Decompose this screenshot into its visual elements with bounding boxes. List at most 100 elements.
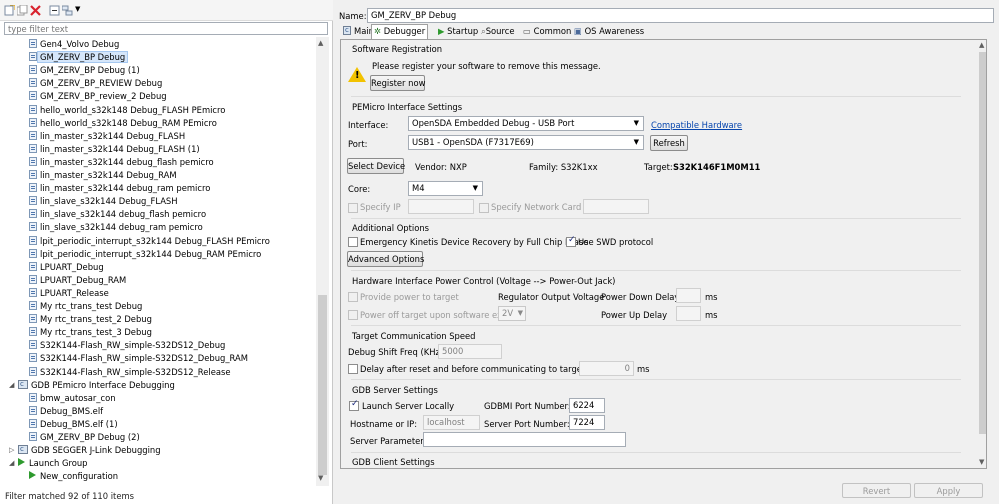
tree-item[interactable]: Debug_BMS.elf (1): [29, 418, 118, 431]
tree-item[interactable]: hello_world_s32k148 Debug_RAM PEmicro: [29, 117, 217, 130]
tab-debugger[interactable]: ✲ Debugger: [371, 24, 429, 40]
tree-item[interactable]: LPUART_Debug_RAM: [29, 274, 126, 287]
delay-after-reset-checkbox[interactable]: [348, 364, 358, 374]
tab-common[interactable]: ▭ Common: [521, 25, 573, 39]
tree-item[interactable]: GM_ZERV_BP_review_2 Debug: [29, 90, 167, 103]
scroll-up-icon[interactable]: ▲: [979, 41, 984, 49]
delete-icon[interactable]: [30, 5, 41, 16]
interface-select[interactable]: OpenSDA Embedded Debug - USB Port ▼: [408, 116, 644, 131]
common-icon: ▭: [523, 26, 531, 36]
debug-shift-freq-field[interactable]: 5000: [438, 344, 502, 359]
tree-item[interactable]: My rtc_trans_test_3 Debug: [29, 326, 152, 339]
tree-group-pemicro[interactable]: GDB PEmicro Interface Debugging: [18, 378, 175, 392]
tree-group-launch[interactable]: Launch Group: [18, 457, 88, 470]
tree-item-label: Debug_BMS.elf (1): [40, 418, 118, 429]
tree-item[interactable]: lin_master_s32k144 Debug_RAM: [29, 169, 177, 182]
register-now-button[interactable]: Register now: [370, 75, 425, 91]
specify-network-card-ip-checkbox[interactable]: [479, 203, 489, 213]
server-port-label: Server Port Number:: [484, 419, 570, 429]
scroll-down-icon[interactable]: ▼: [318, 474, 323, 482]
ip-field[interactable]: [408, 199, 474, 214]
power-off-checkbox[interactable]: [348, 310, 358, 320]
tree-item[interactable]: Debug_BMS.elf: [29, 405, 103, 418]
collapse-icon[interactable]: ◢: [9, 381, 17, 389]
tab-source[interactable]: ⌕Source: [479, 25, 516, 39]
tree-item[interactable]: bmw_autosar_con: [29, 392, 116, 405]
tree-item[interactable]: New_configuration: [29, 470, 118, 483]
tree-item-label: LPUART_Debug: [40, 261, 104, 272]
tree-item[interactable]: My rtc_trans_test_2 Debug: [29, 313, 152, 326]
duplicate-icon[interactable]: [17, 5, 28, 16]
tree-item[interactable]: LPUART_Debug: [29, 261, 104, 274]
tree-item[interactable]: lin_master_s32k144 debug_ram pemicro: [29, 182, 210, 195]
network-card-ip-field[interactable]: [583, 199, 649, 214]
collapse-all-icon[interactable]: [49, 5, 60, 16]
tree-item[interactable]: LPUART_Release: [29, 287, 109, 300]
revert-button[interactable]: Revert: [842, 483, 911, 498]
compatible-hardware-link[interactable]: Compatible Hardware: [651, 120, 742, 130]
filter-input[interactable]: [4, 22, 328, 35]
tree-item[interactable]: lin_slave_s32k144 debug_ram pemicro: [29, 221, 203, 234]
server-port-field[interactable]: 7224: [569, 415, 605, 430]
tree-item[interactable]: lin_slave_s32k144 Debug_FLASH: [29, 195, 178, 208]
registration-message: Please register your software to remove …: [372, 61, 601, 71]
config-icon: [29, 143, 37, 153]
settings-scrollbar[interactable]: ▲ ▼: [978, 40, 986, 468]
tree-item-label: S32K144-Flash_RW_simple-S32DS12_Debug: [40, 340, 226, 351]
tree-item[interactable]: S32K144-Flash_RW_simple-S32DS12_Debug: [29, 339, 225, 352]
tab-os-awareness[interactable]: ▣ OS Awareness: [572, 25, 646, 39]
voltage-select[interactable]: 2V ▼: [498, 306, 526, 321]
tree-item[interactable]: GM_ZERV_BP_REVIEW Debug: [29, 77, 162, 90]
emergency-recovery-checkbox[interactable]: [348, 237, 358, 247]
tree-item[interactable]: lin_master_s32k144 Debug_FLASH (1): [29, 143, 200, 156]
refresh-button[interactable]: Refresh: [650, 135, 688, 151]
port-select[interactable]: USB1 - OpenSDA (F7317E69) ▼: [408, 135, 644, 150]
tree-item[interactable]: lin_master_s32k144 Debug_FLASH: [29, 130, 185, 143]
tree-item[interactable]: S32K144-Flash_RW_simple-S32DS12_Debug_RA…: [29, 352, 248, 365]
tree-item[interactable]: GM_ZERV_BP Debug (2): [29, 431, 140, 444]
power-up-ms-label: ms: [705, 310, 718, 320]
provide-power-checkbox[interactable]: [348, 292, 358, 302]
tree-item[interactable]: lpit_periodic_interrupt_s32k144 Debug_RA…: [29, 248, 261, 261]
select-device-button[interactable]: Select Device: [347, 158, 405, 174]
hostname-field[interactable]: localhost: [423, 415, 480, 430]
delay-field[interactable]: 0: [579, 361, 634, 376]
launch-server-locally-checkbox[interactable]: [349, 399, 359, 411]
tree-scrollbar[interactable]: ▲ ▼: [316, 37, 329, 486]
name-field[interactable]: GM_ZERV_BP Debug: [367, 8, 994, 23]
collapse-icon[interactable]: ◢: [9, 459, 17, 467]
port-label: Port:: [348, 139, 368, 149]
tree-item[interactable]: hello_world_s32k148 Debug_FLASH PEmicro: [29, 104, 225, 117]
tree-item[interactable]: GM_ZERV_BP Debug (1): [29, 64, 140, 77]
power-down-delay-field[interactable]: [676, 288, 701, 303]
tree-item[interactable]: lin_slave_s32k144 debug_flash pemicro: [29, 208, 206, 221]
new-config-icon[interactable]: [4, 5, 15, 16]
tree-item[interactable]: My rtc_trans_test Debug: [29, 300, 142, 313]
tree-group-segger[interactable]: GDB SEGGER J-Link Debugging: [18, 443, 161, 457]
tree-item[interactable]: lin_master_s32k144 debug_flash pemicro: [29, 156, 214, 169]
expand-icon[interactable]: ▷: [9, 446, 17, 454]
tree-item[interactable]: lpit_periodic_interrupt_s32k144 Debug_FL…: [29, 235, 270, 248]
scroll-down-icon[interactable]: ▼: [979, 458, 984, 466]
gdbmi-port-field[interactable]: 6224: [569, 398, 605, 413]
specify-ip-checkbox[interactable]: [348, 203, 358, 213]
server-parameters-field[interactable]: [423, 432, 626, 447]
regulator-output-voltage-label: Regulator Output Voltage: [498, 292, 605, 302]
apply-button[interactable]: Apply: [914, 483, 983, 498]
tree-item[interactable]: GM_ZERV_BP Debug: [29, 51, 129, 64]
filter-icon[interactable]: [62, 5, 73, 16]
tree-item[interactable]: S32K144-Flash_RW_simple-S32DS12_Release: [29, 366, 231, 379]
advanced-options-button[interactable]: Advanced Options: [347, 251, 424, 267]
tree-item[interactable]: Gen4_Volvo Debug: [29, 38, 119, 51]
debugger-tab-panel: Software Registration Please register yo…: [340, 39, 987, 469]
config-icon: [29, 209, 37, 219]
scroll-up-icon[interactable]: ▲: [318, 39, 323, 47]
core-select[interactable]: M4 ▼: [408, 181, 483, 196]
settings-scrollbar-thumb[interactable]: [979, 52, 986, 434]
use-swd-checkbox[interactable]: [566, 235, 576, 247]
tree-scrollbar-thumb[interactable]: [318, 295, 327, 475]
view-menu-chevron-down-icon[interactable]: ▼: [75, 5, 80, 13]
power-up-delay-field[interactable]: [676, 306, 701, 321]
config-icon: [29, 248, 37, 258]
tab-startup[interactable]: ▶ Startup: [436, 25, 480, 39]
